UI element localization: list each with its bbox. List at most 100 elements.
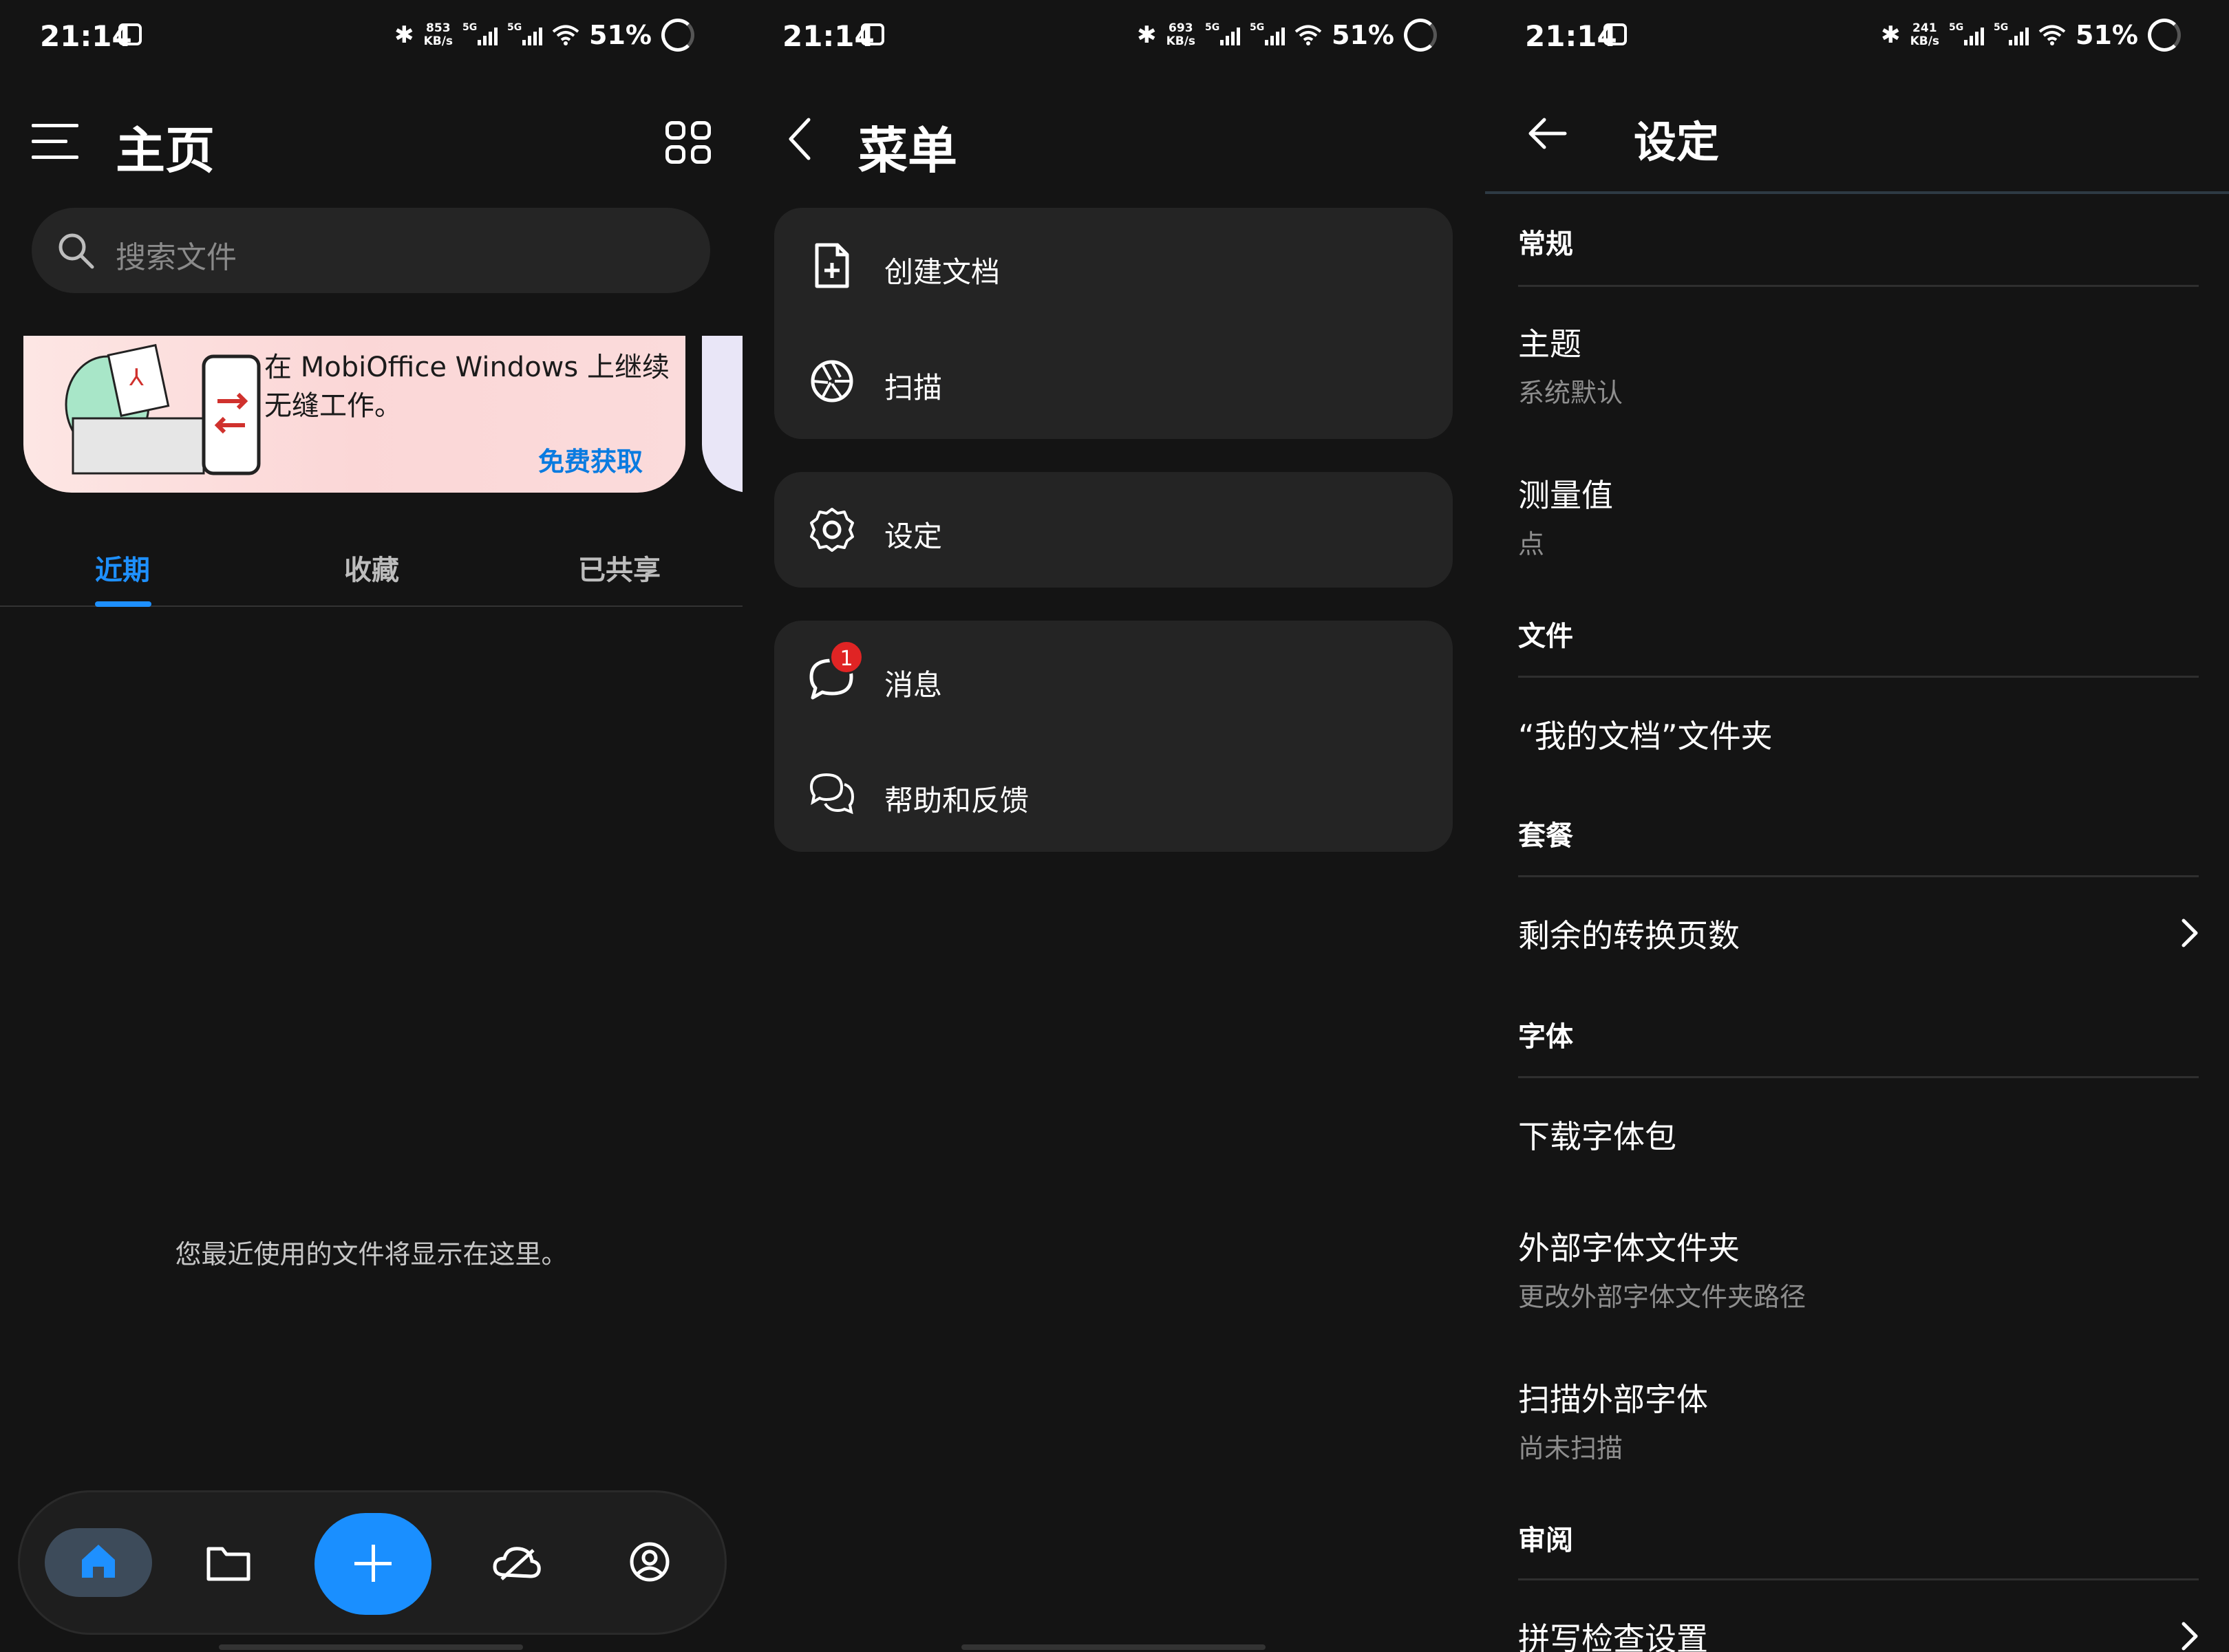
section-general: 常规 <box>1518 228 1573 260</box>
network-type: 5G <box>1949 22 1964 33</box>
header-divider <box>1485 191 2229 194</box>
setting-title: 主题 <box>1518 325 1581 363</box>
folder-icon[interactable] <box>206 1542 251 1583</box>
home-icon <box>82 1545 115 1578</box>
new-document-icon <box>815 243 849 288</box>
divider <box>1518 1076 2199 1078</box>
add-new-button[interactable] <box>314 1513 431 1615</box>
wifi-icon <box>552 25 579 45</box>
gallery-icon <box>118 23 142 45</box>
setting-external-font-folder[interactable]: 外部字体文件夹 更改外部字体文件夹路径 <box>1518 1223 2199 1313</box>
setting-value: 系统默认 <box>1518 378 1623 408</box>
back-arrow-icon[interactable] <box>1526 116 1568 151</box>
menu-screen: 21:14 ✱ 693 KB/s 5G 5G 51% 菜单 创建文档 扫描 设定… <box>743 0 1485 1652</box>
setting-theme[interactable]: 主题 系统默认 <box>1518 319 2199 409</box>
wifi-icon <box>1294 25 1322 45</box>
signal-icon: 5G <box>1205 22 1241 45</box>
gallery-icon <box>1603 23 1627 45</box>
setting-title: 下载字体包 <box>1518 1118 1676 1155</box>
setting-value: 尚未扫描 <box>1518 1433 1623 1463</box>
setting-scan-fonts[interactable]: 扫描外部字体 尚未扫描 <box>1518 1375 2199 1465</box>
search-icon <box>58 233 94 269</box>
tab-favorites[interactable]: 收藏 <box>268 548 475 588</box>
empty-state-message: 您最近使用的文件将显示在这里。 <box>175 1239 568 1269</box>
status-indicators: ✱ 241 KB/s 5G 5G 51% <box>1881 18 2181 52</box>
home-screen: 21:14 ✱ 853 KB/s 5G 5G 51% 主页 搜索文件 ⅄ 在 M… <box>0 0 743 1652</box>
page-title: 设定 <box>1634 117 1720 167</box>
menu-item-scan[interactable]: 扫描 <box>774 323 1453 439</box>
divider <box>1518 1578 2199 1580</box>
setting-title: 拼写检查设置 <box>1518 1620 1708 1652</box>
status-indicators: ✱ 853 KB/s 5G 5G 51% <box>394 18 694 52</box>
bluetooth-icon: ✱ <box>1137 21 1157 49</box>
promo-get-free-link[interactable]: 免费获取 <box>538 440 643 478</box>
battery-level: 51% <box>589 20 652 50</box>
app-header: 主页 <box>0 103 743 180</box>
network-speed: 853 KB/s <box>424 22 453 48</box>
menu-card-settings: 设定 <box>774 472 1453 588</box>
setting-title: 剩余的转换页数 <box>1518 917 1740 954</box>
menu-item-messages[interactable]: 1 消息 <box>774 621 1453 736</box>
chevron-left-icon[interactable] <box>785 117 813 161</box>
settings-screen: 21:14 ✱ 241 KB/s 5G 5G 51% 设定 常规 主题 系统默认… <box>1485 0 2229 1652</box>
section-files: 文件 <box>1518 621 1573 652</box>
setting-value: 点 <box>1518 529 1545 559</box>
signal-icon: 5G <box>1949 22 1985 45</box>
menu-card-documents: 创建文档 扫描 <box>774 208 1453 439</box>
battery-ring-icon <box>1404 19 1437 52</box>
setting-remaining-conversions[interactable]: 剩余的转换页数 <box>1518 911 2199 956</box>
network-speed-value: 241 <box>1912 21 1937 35</box>
setting-title: “我的文档”文件夹 <box>1518 718 1773 755</box>
network-speed-unit: KB/s <box>1166 34 1196 48</box>
chat-bubbles-icon <box>809 773 855 815</box>
bluetooth-icon: ✱ <box>394 21 414 49</box>
status-bar: 21:14 ✱ 693 KB/s 5G 5G 51% <box>743 0 1485 76</box>
menu-item-settings[interactable]: 设定 <box>774 472 1453 588</box>
network-speed: 241 KB/s <box>1910 22 1939 48</box>
gallery-icon <box>861 23 884 45</box>
bottom-navigation <box>18 1490 727 1635</box>
tab-recent[interactable]: 近期 <box>19 548 226 588</box>
battery-ring-icon <box>661 19 694 52</box>
section-review: 审阅 <box>1518 1525 1573 1556</box>
nav-home-button[interactable] <box>45 1528 152 1597</box>
setting-spellcheck[interactable]: 拼写检查设置 <box>1518 1614 2199 1652</box>
page-title: 菜单 <box>858 122 958 180</box>
network-type: 5G <box>1250 22 1265 33</box>
search-placeholder: 搜索文件 <box>116 240 237 275</box>
signal-icon: 5G <box>462 22 498 45</box>
cloud-off-icon[interactable] <box>492 1543 542 1582</box>
promo-banner[interactable]: ⅄ 在 MobiOffice Windows 上继续无缝工作。 免费获取 <box>23 336 685 493</box>
network-speed-unit: KB/s <box>1910 34 1940 48</box>
menu-item-create-document[interactable]: 创建文档 <box>774 208 1453 323</box>
network-speed-value: 693 <box>1169 21 1193 35</box>
hamburger-menu-icon[interactable] <box>32 124 78 160</box>
chevron-right-icon <box>2182 1622 2198 1651</box>
menu-item-help-feedback[interactable]: 帮助和反馈 <box>774 736 1453 852</box>
promo-banner-next[interactable] <box>702 336 743 493</box>
menu-item-label: 设定 <box>884 519 943 553</box>
setting-documents-folder[interactable]: “我的文档”文件夹 <box>1518 711 2199 757</box>
grid-view-icon[interactable] <box>665 121 711 164</box>
file-tabs: 近期 收藏 已共享 <box>0 523 743 607</box>
bluetooth-icon: ✱ <box>1881 21 1901 49</box>
search-input[interactable]: 搜索文件 <box>32 208 710 293</box>
network-speed-unit: KB/s <box>423 34 454 48</box>
signal-icon: 5G <box>1994 22 2029 45</box>
gesture-bar <box>219 1644 523 1650</box>
divider <box>1518 676 2199 678</box>
section-fonts: 字体 <box>1518 1021 1573 1053</box>
menu-card-support: 1 消息 帮助和反馈 <box>774 621 1453 852</box>
network-type: 5G <box>1205 22 1220 33</box>
menu-item-label: 帮助和反馈 <box>884 784 1030 817</box>
tab-shared[interactable]: 已共享 <box>516 548 723 588</box>
chevron-right-icon <box>2182 919 2198 947</box>
divider <box>1518 285 2199 287</box>
notification-badge: 1 <box>829 640 864 674</box>
setting-value: 更改外部字体文件夹路径 <box>1518 1282 1806 1312</box>
account-icon[interactable] <box>628 1541 671 1583</box>
setting-download-fonts[interactable]: 下载字体包 <box>1518 1112 2199 1157</box>
setting-units[interactable]: 测量值 点 <box>1518 471 2199 561</box>
scan-aperture-icon <box>811 360 853 403</box>
network-speed: 693 KB/s <box>1166 22 1195 48</box>
